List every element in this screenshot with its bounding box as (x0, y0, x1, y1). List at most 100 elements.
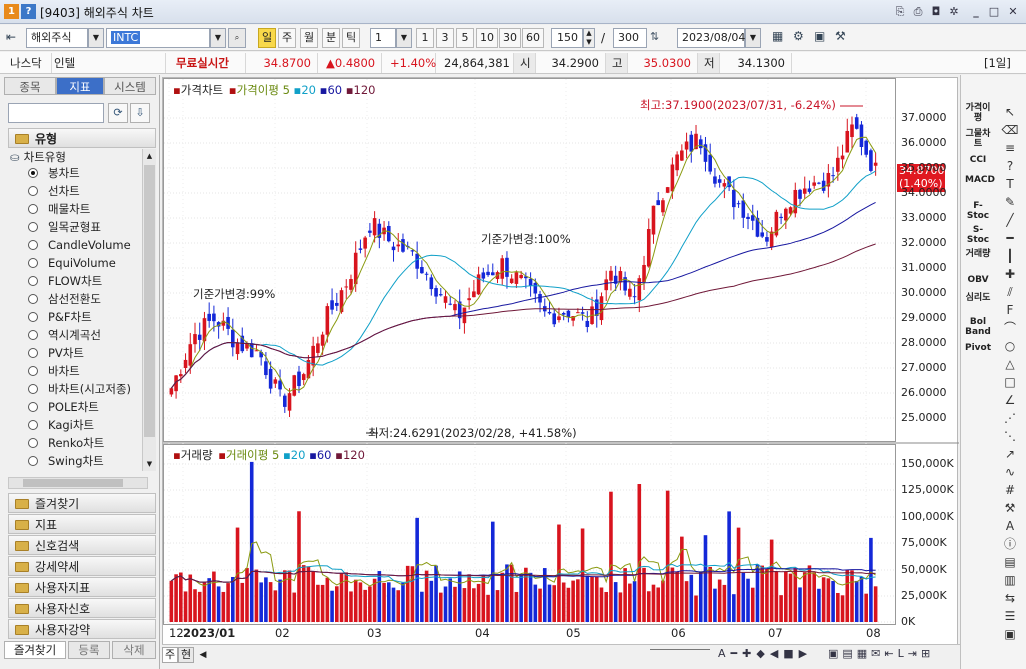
minute-1-button[interactable]: 1 (416, 28, 434, 48)
minute-30-button[interactable]: 30 (499, 28, 521, 48)
grid-icon[interactable]: ▦ (772, 29, 790, 47)
chart-type-item[interactable]: Kagi차트 (28, 416, 94, 434)
hscroll-thumb[interactable] (23, 479, 123, 487)
chart-type-item[interactable]: Renko차트 (28, 434, 104, 452)
scroll-down-icon[interactable]: ▼ (143, 457, 156, 471)
circle-icon[interactable]: ○ (999, 337, 1021, 355)
chart-type-item[interactable]: 일목균형표 (28, 218, 101, 236)
save-icon[interactable]: ▣ (814, 29, 832, 47)
interval-input[interactable]: 1 (370, 28, 396, 48)
fibo-icon[interactable]: F (999, 301, 1021, 319)
print-icon[interactable]: ⎙ (910, 4, 926, 20)
count-input[interactable]: 150 (551, 28, 583, 48)
period-week-button[interactable]: 주 (278, 28, 296, 48)
nav-left-icon[interactable]: ⇤ (6, 30, 26, 46)
refresh-icon[interactable]: ⇅ (650, 30, 666, 46)
chart-type-item[interactable]: 봉차트 (28, 164, 80, 182)
camera-icon[interactable]: ◘ (928, 4, 944, 20)
text-icon[interactable]: T (999, 175, 1021, 193)
settings-icon[interactable]: ✲ (946, 4, 962, 20)
chart-type-item[interactable]: POLE차트 (28, 398, 99, 416)
register-button[interactable]: 등록 (68, 641, 110, 659)
chevron-down-icon[interactable]: ▼ (88, 28, 104, 48)
triangle-icon[interactable]: △ (999, 355, 1021, 373)
channel-icon[interactable]: ⫽ (999, 283, 1021, 301)
wave-icon[interactable]: ∿ (999, 463, 1021, 481)
zoom-slider[interactable] (650, 649, 710, 661)
delete-button[interactable]: 삭제 (112, 641, 156, 659)
rectangle-icon[interactable]: □ (999, 373, 1021, 391)
chart-type-item[interactable]: PV차트 (28, 344, 84, 362)
view-controls[interactable]: ▣▤▦✉⇤L⇥⊞ (828, 647, 934, 660)
list-icon[interactable]: ☰ (999, 607, 1021, 625)
chart-canvas[interactable] (163, 78, 959, 644)
section-item[interactable]: 사용자강약 (8, 619, 156, 639)
market-select[interactable]: 해외주식 (26, 28, 88, 48)
arrow-icon[interactable]: ↗ (999, 445, 1021, 463)
max-count-input[interactable]: 300 (613, 28, 647, 48)
tree-chart-type[interactable]: ⛀ 차트유형 (10, 149, 66, 165)
chart-icon[interactable]: ▥ (999, 571, 1021, 589)
tab-main[interactable]: 주 (162, 647, 178, 663)
period-day-button[interactable]: 일 (258, 28, 276, 48)
line-icon[interactable]: ╱ (999, 211, 1021, 229)
compare-icon[interactable]: ⇆ (999, 589, 1021, 607)
section-item[interactable]: 신호검색 (8, 535, 156, 555)
search-icon[interactable]: ⌕ (228, 28, 246, 48)
indicator-search-input[interactable] (8, 103, 104, 123)
tools-icon[interactable]: ⚒ (835, 29, 853, 47)
chart-type-item[interactable]: Swing차트 (28, 452, 104, 470)
scroll-left-icon[interactable]: ◀ (196, 647, 210, 663)
section-item[interactable]: 즐겨찾기 (8, 493, 156, 513)
save-icon[interactable]: ▣ (999, 625, 1021, 643)
gann-icon[interactable]: ⋰ (999, 409, 1021, 427)
auto-icon[interactable]: A (999, 517, 1021, 535)
minute-3-button[interactable]: 3 (436, 28, 454, 48)
section-type[interactable]: 유형 (8, 128, 156, 148)
section-item[interactable]: 사용자지표 (8, 577, 156, 597)
period-tick-button[interactable]: 틱 (342, 28, 360, 48)
zoom-controls[interactable]: A━✚◆◀■▶ (718, 647, 812, 660)
list-scrollbar[interactable]: ▲ ▼ (142, 149, 156, 471)
chart-type-item[interactable]: FLOW차트 (28, 272, 102, 290)
tab-indicator[interactable]: 지표 (56, 77, 104, 95)
help-icon[interactable]: ? (999, 157, 1021, 175)
chevron-down-icon[interactable]: ▼ (745, 28, 761, 48)
curve-icon[interactable]: ⌒ (999, 319, 1021, 337)
count-stepper[interactable]: ▲ ▼ (583, 28, 595, 48)
chart-type-item[interactable]: 삼선전환도 (28, 290, 101, 308)
chart-type-item[interactable]: EquiVolume (28, 254, 116, 272)
chart-type-item[interactable]: CandleVolume (28, 236, 131, 254)
doc-icon[interactable]: ▤ (999, 553, 1021, 571)
close-button[interactable]: ✕ (1005, 4, 1021, 20)
section-item[interactable]: 사용자신호 (8, 598, 156, 618)
pointer-icon[interactable]: ↖ (999, 103, 1021, 121)
chart-type-item[interactable]: 매물차트 (28, 200, 90, 218)
fan-icon[interactable]: ⋱ (999, 427, 1021, 445)
tools-icon[interactable]: ⚒ (999, 499, 1021, 517)
all-icon[interactable]: ≡ (999, 139, 1021, 157)
help-badge[interactable]: ? (21, 4, 36, 19)
chart-type-item[interactable]: 바차트 (28, 362, 80, 380)
section-item[interactable]: 지표 (8, 514, 156, 534)
horizontal-scrollbar[interactable] (8, 477, 148, 489)
minimize-button[interactable]: _ (968, 4, 984, 20)
chart-type-item[interactable]: 선차트 (28, 182, 80, 200)
chart-type-item[interactable]: 역시계곡선 (28, 326, 101, 344)
section-item[interactable]: 강세약세 (8, 556, 156, 576)
date-input[interactable]: 2023/08/04 (677, 28, 745, 48)
minute-5-button[interactable]: 5 (456, 28, 474, 48)
chart-type-item[interactable]: 바차트(시고저종) (28, 380, 131, 398)
tab-favorites[interactable]: 즐겨찾기 (4, 641, 66, 659)
angle-icon[interactable]: ∠ (999, 391, 1021, 409)
scroll-thumb[interactable] (144, 165, 155, 437)
chevron-down-icon[interactable]: ▼ (396, 28, 412, 48)
eraser-icon[interactable]: ⌫ (999, 121, 1021, 139)
period-month-button[interactable]: 월 (300, 28, 318, 48)
info-icon[interactable]: ⓘ (999, 535, 1021, 553)
pen-icon[interactable]: ✎ (999, 193, 1021, 211)
minute-60-button[interactable]: 60 (522, 28, 544, 48)
grid-icon[interactable]: # (999, 481, 1021, 499)
hline-icon[interactable]: ━ (999, 229, 1021, 247)
tab-current[interactable]: 현 (178, 647, 194, 663)
